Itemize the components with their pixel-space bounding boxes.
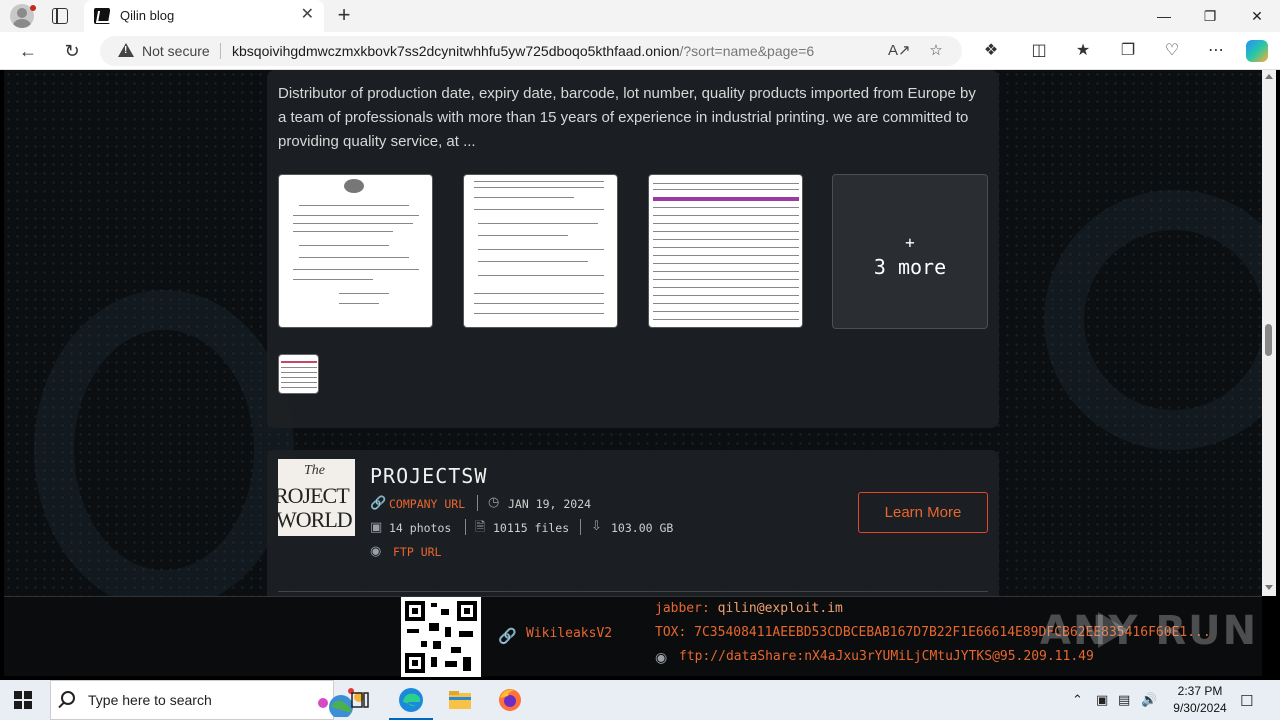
network-lock-icon[interactable]: ▣ [1096, 692, 1108, 708]
photos-count: 14 photos [389, 521, 452, 535]
profile-status-dot [30, 5, 36, 11]
scroll-up-arrow-icon[interactable] [1265, 74, 1273, 79]
url-query: /?sort=name&page=6 [679, 43, 815, 59]
volume-icon[interactable]: 🔊 [1141, 692, 1157, 708]
plus-icon: + [905, 233, 915, 252]
search-placeholder: Type here to search [88, 692, 212, 708]
task-view-icon[interactable] [346, 686, 374, 714]
browser-tab-qilin-blog[interactable]: Qilin blog ✕ [84, 0, 324, 32]
taskbar-search-input[interactable]: Type here to search [50, 680, 364, 720]
read-aloud-icon[interactable]: A↗ [888, 41, 911, 61]
logo-text: ROJECT [278, 483, 350, 508]
meta-divider [580, 519, 581, 535]
background-decoration [1044, 190, 1262, 450]
jabber-value: qilin@exploit.im [717, 601, 843, 616]
clock-date: 9/30/2024 [1173, 701, 1227, 715]
file-explorer-icon[interactable] [446, 686, 474, 714]
minimize-button[interactable]: — [1141, 0, 1187, 32]
url-text[interactable]: kbsqoivihgdmwczmxkbovk7ss2dcynitwhhfu5yw… [232, 43, 814, 59]
link-icon: 🔗 [370, 495, 387, 510]
data-size: 103.00 GB [611, 521, 674, 535]
post-description: Distributor of production date, expiry d… [278, 85, 976, 150]
extensions-icon[interactable]: ❖ [980, 40, 1002, 62]
scroll-down-arrow-icon[interactable] [1265, 585, 1273, 590]
ftp-value: ftp://dataShare:nX4aJxu3rYUMiLjCMtuJYTKS… [679, 649, 1094, 664]
favorites-icon[interactable]: ★ [1072, 40, 1094, 62]
post-card-projectsw: The ROJECT WORLD PROJECTSW 🔗 COMPANY URL… [267, 450, 999, 596]
windows-start-icon[interactable] [14, 691, 32, 709]
show-hidden-icons-icon[interactable]: ⌃ [1072, 692, 1083, 708]
network-icon[interactable]: ▤ [1118, 692, 1130, 708]
company-logo[interactable]: The ROJECT WORLD [278, 459, 355, 536]
download-icon: ⇩ [591, 518, 602, 533]
new-tab-button[interactable]: + [332, 4, 356, 28]
tab-title: Qilin blog [120, 8, 175, 23]
qilin-favicon-icon [94, 8, 110, 24]
ftp-contact[interactable]: ftp://dataShare:nX4aJxu3rYUMiLjCMtuJYTKS… [679, 649, 1094, 664]
security-status-label[interactable]: Not secure [142, 43, 210, 59]
photo-thumbnail[interactable] [463, 174, 618, 328]
browser-essentials-icon[interactable]: ♡ [1161, 40, 1183, 62]
eye-icon: ◉ [370, 543, 382, 558]
page-content: Distributor of production date, expiry d… [4, 70, 1262, 596]
anyrun-watermark: ANY RUN [1040, 608, 1259, 654]
qr-code [401, 597, 481, 677]
back-arrow-icon[interactable]: ← [14, 38, 42, 64]
link-icon: 🔗 [498, 628, 517, 645]
maximize-button[interactable]: ❐ [1187, 0, 1233, 32]
page-scrollbar[interactable] [1262, 70, 1276, 596]
copilot-icon[interactable] [1246, 40, 1268, 62]
photos-icon: ▣ [370, 519, 383, 534]
photo-thumbnail[interactable] [648, 174, 803, 328]
windows-taskbar: Type here to search ⌃ ▣ ▤ 🔊 2:37 PM 9/30… [0, 680, 1280, 720]
logo-text: The [304, 463, 325, 478]
tab-close-icon[interactable]: ✕ [301, 6, 314, 24]
document-seal [344, 179, 364, 193]
file-icon: 🗎 [475, 519, 486, 534]
photo-thumbnail[interactable] [278, 174, 433, 328]
logo-text: WORLD [278, 507, 353, 532]
split-screen-icon[interactable]: ◫ [1028, 40, 1050, 62]
jabber-label: jabber: [655, 601, 710, 616]
scrollbar-thumb[interactable] [1265, 324, 1272, 356]
browser-toolbar: ← ↻ Not secure kbsqoivihgdmwczmxkbovk7ss… [0, 32, 1280, 70]
address-divider [220, 43, 221, 59]
more-menu-icon[interactable]: ⋯ [1205, 40, 1227, 62]
meta-divider [465, 519, 466, 535]
tab-actions-icon[interactable] [52, 8, 68, 24]
clock-icon: ◷ [488, 494, 500, 509]
address-bar[interactable]: Not secure kbsqoivihgdmwczmxkbovk7ss2dcy… [100, 36, 962, 66]
learn-more-button[interactable]: Learn More [858, 492, 988, 533]
ftp-url-link[interactable]: FTP URL [393, 545, 441, 559]
files-count: 10115 files [493, 521, 570, 535]
firefox-icon[interactable] [496, 686, 524, 714]
warning-triangle-icon[interactable] [118, 43, 134, 57]
more-photos-label: 3 more [873, 255, 947, 279]
url-host: kbsqoivihgdmwczmxkbovk7ss2dcynitwhhfu5yw… [232, 43, 680, 59]
system-clock[interactable]: 2:37 PM 9/30/2024 [1160, 683, 1240, 717]
meta-divider [477, 495, 478, 511]
wikileaks-link[interactable]: WikileaksV2 [526, 626, 612, 641]
edge-browser-icon[interactable] [397, 686, 425, 714]
photo-mini-thumbnail[interactable] [278, 354, 319, 394]
publish-date: JAN 19, 2024 [508, 497, 592, 511]
browser-titlebar: Qilin blog ✕ + — ❐ ✕ [0, 0, 1280, 32]
search-icon [61, 691, 75, 705]
tox-label: TOX: [655, 625, 687, 640]
notifications-icon[interactable]: ☐ [1240, 692, 1253, 710]
refresh-icon[interactable]: ↻ [58, 38, 86, 64]
background-decoration [34, 290, 294, 596]
close-window-button[interactable]: ✕ [1234, 0, 1280, 32]
clock-time: 2:37 PM [1177, 684, 1223, 698]
jabber-contact[interactable]: jabber: qilin@exploit.im [655, 601, 843, 616]
collections-icon[interactable]: ❐ [1117, 40, 1139, 62]
favorite-star-icon[interactable]: ☆ [926, 41, 946, 61]
eye-icon: ◉ [655, 649, 668, 665]
more-photos-button[interactable]: + 3 more [832, 174, 988, 329]
company-name[interactable]: PROJECTSW [370, 464, 487, 488]
post-card-previous: Distributor of production date, expiry d… [267, 70, 999, 428]
card-divider [278, 591, 988, 592]
company-url-link[interactable]: COMPANY URL [389, 497, 465, 511]
